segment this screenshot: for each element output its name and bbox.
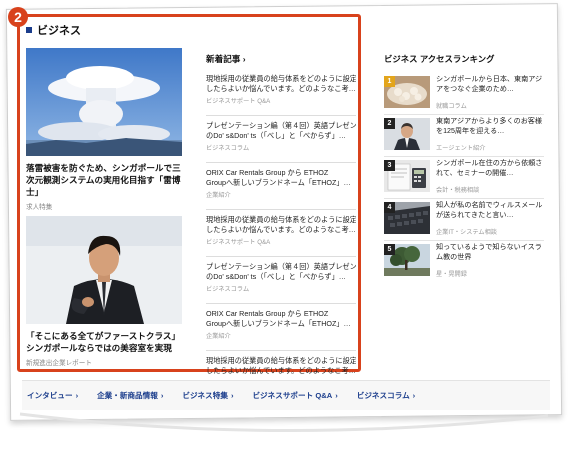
ranking-heading: ビジネス アクセスランキング — [384, 54, 495, 64]
footer-link-business-support[interactable]: ビジネスサポート Q&A › — [252, 390, 337, 401]
list-item[interactable]: プレゼンテーション編（第４回）英語プレゼン のDo' s&Don' ts（「べし… — [206, 121, 356, 163]
rank-number: 3 — [384, 160, 395, 171]
footer-link-business-column[interactable]: ビジネスコラム › — [357, 390, 415, 401]
featured-category: 新規進出企業レポート — [26, 360, 92, 368]
section-marker-icon — [26, 27, 32, 33]
rank-number: 1 — [384, 76, 395, 87]
featured-title[interactable]: 「そこにある全てがファーストクラス」シンガポールならではの美容室を実現 — [26, 330, 182, 354]
ranking-item[interactable]: 5 知っているようで知らないイスラム教の世界 星・晃開録 — [384, 242, 544, 283]
featured-category: 求人特集 — [26, 204, 53, 212]
storm-cloud-photo[interactable] — [26, 48, 182, 156]
rank-number: 4 — [384, 202, 395, 213]
ranking-category: エージェント紹介 — [436, 145, 486, 152]
ranking-category: 星・晃開録 — [436, 271, 467, 278]
rank-number: 2 — [384, 118, 395, 129]
ranking-category: 就職コラム — [436, 103, 467, 110]
featured-title[interactable]: 落雷被害を防ぐため、シンガポールで三次元観測システムの実用化目指す「雷博士」 — [26, 162, 182, 198]
footer-link-interview[interactable]: インタビュー › — [27, 390, 78, 401]
rank-number: 5 — [384, 244, 395, 255]
ranking-item[interactable]: 3 シンガポール在住の方から依頼されて、セミナーの開催… 会計・税務相談 — [384, 158, 544, 199]
ranking-title[interactable]: 知っているようで知らないイスラム教の世界 — [436, 243, 544, 263]
highlight-badge: 2 — [8, 7, 28, 27]
list-item[interactable]: プレゼンテーション編（第４回）英語プレゼン のDo' s&Don' ts（「べし… — [206, 262, 356, 304]
ranking-category: 企業IT・システム相談 — [436, 229, 497, 236]
list-item[interactable]: ORIX Car Rentals Group から ETHOZ Groupへ新し… — [206, 309, 356, 351]
footer-nav: インタビュー › 企業・新商品情報 › ビジネス特集 › ビジネスサポート Q&A › … — [22, 380, 550, 410]
ranking-item[interactable]: 1 シンガポールから日本、東南アジアをつなぐ企業のため… 就職コラム — [384, 74, 544, 115]
news-heading[interactable]: 新着記事 › — [206, 53, 356, 65]
ranking-title[interactable]: シンガポールから日本、東南アジアをつなぐ企業のため… — [436, 75, 544, 95]
chevron-right-icon: › — [160, 391, 164, 400]
ranking-category: 会計・税務相談 — [436, 187, 480, 194]
list-item[interactable]: 現地採用の従業員の給与体系をどのように設定 したらよいか悩んでいます。どのような… — [206, 215, 356, 257]
featured-article[interactable]: 落雷被害を防ぐため、シンガポールで三次元観測システムの実用化目指す「雷博士」 求… — [26, 48, 182, 211]
ranking-item[interactable]: 4 知人が私の名前でウィルスメールが送られてきたと言い… 企業IT・システム相談 — [384, 200, 544, 241]
ranking-title[interactable]: 知人が私の名前でウィルスメールが送られてきたと言い… — [436, 201, 544, 221]
featured-article[interactable]: 「そこにある全てがファーストクラス」シンガポールならではの美容室を実現 新規進出… — [26, 216, 182, 367]
chevron-right-icon: › — [412, 391, 416, 400]
news-list: 新着記事 › 現地採用の従業員の給与体系をどのように設定 したらよいか悩んでいま… — [206, 53, 356, 403]
section-title: ビジネス — [37, 25, 81, 37]
ranking-item[interactable]: 2 東南アジアからより多くのお客様を125周年を迎える… エージェント紹介 — [384, 116, 544, 157]
ranking-title[interactable]: 東南アジアからより多くのお客様を125周年を迎える… — [436, 117, 544, 137]
footer-link-company-news[interactable]: 企業・新商品情報 › — [97, 390, 163, 401]
chevron-right-icon: › — [75, 391, 79, 400]
ranking-list: ビジネス アクセスランキング 1 シンガポールから日本、東南アジアをつなぐ企業の… — [384, 53, 544, 284]
chevron-right-icon: › — [335, 391, 338, 400]
list-item[interactable]: 現地採用の従業員の給与体系をどのように設定 したらよいか悩んでいます。どのような… — [206, 74, 356, 116]
man-in-suit-photo[interactable] — [26, 216, 182, 324]
page-curl-shadow — [19, 412, 549, 432]
chevron-right-icon: › — [242, 54, 246, 64]
section-header: ビジネス — [26, 22, 81, 38]
ranking-title[interactable]: シンガポール在住の方から依頼されて、セミナーの開催… — [436, 159, 544, 179]
list-item[interactable]: ORIX Car Rentals Group から ETHOZ Groupへ新し… — [206, 168, 356, 210]
chevron-right-icon: › — [230, 391, 234, 400]
footer-link-business-feature[interactable]: ビジネス特集 › — [182, 390, 233, 401]
